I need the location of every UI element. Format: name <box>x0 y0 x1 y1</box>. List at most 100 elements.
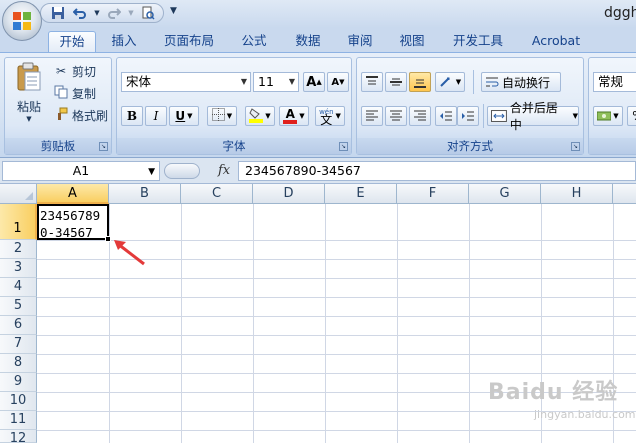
formula-input[interactable]: 234567890-34567 <box>238 161 636 181</box>
percent-style-button[interactable]: % <box>627 106 636 126</box>
customize-qat-icon[interactable]: ▼ <box>170 6 177 16</box>
row-header-12[interactable]: 12 <box>0 430 37 443</box>
row-header-2[interactable]: 2 <box>0 240 37 259</box>
insert-function-icon[interactable]: fx <box>218 163 230 178</box>
row-header-6[interactable]: 6 <box>0 316 37 335</box>
name-box[interactable]: A1 ▼ <box>2 161 160 181</box>
grow-font-button[interactable]: A ▲ <box>303 72 325 92</box>
ribbon-tabs: 开始 插入 页面布局 公式 数据 审阅 视图 开发工具 Acrobat <box>0 28 636 52</box>
redo-icon[interactable] <box>105 5 123 21</box>
borders-button[interactable]: ▼ <box>207 106 237 126</box>
middle-align-button[interactable] <box>385 72 407 92</box>
bottom-align-button[interactable] <box>409 72 431 92</box>
column-header-f[interactable]: F <box>397 184 469 204</box>
phonetic-guide-button[interactable]: wén 文 ▼ <box>315 106 345 126</box>
align-left-icon <box>366 110 378 121</box>
row-header-8[interactable]: 8 <box>0 354 37 373</box>
align-right-button[interactable] <box>409 106 431 126</box>
merge-center-button[interactable]: 合并后居中 ▼ <box>487 101 579 132</box>
print-preview-icon[interactable] <box>139 5 157 21</box>
fill-color-button[interactable]: ▼ <box>245 106 275 126</box>
column-header-e[interactable]: E <box>325 184 397 204</box>
column-header-i-partial[interactable] <box>613 184 636 204</box>
clipboard-launcher-icon[interactable]: ↘ <box>99 142 108 151</box>
column-header-g[interactable]: G <box>469 184 541 204</box>
number-group: 常规 ▼ % <box>588 57 636 155</box>
name-box-dropdown-icon[interactable]: ▼ <box>148 163 155 181</box>
increase-indent-icon <box>462 111 474 121</box>
font-size-dropdown-icon: ▼ <box>288 77 295 86</box>
orientation-button[interactable]: ▼ <box>435 72 465 92</box>
row-header-4[interactable]: 4 <box>0 278 37 297</box>
underline-icon: U <box>175 109 186 123</box>
accounting-icon <box>597 111 612 121</box>
format-painter-icon <box>53 107 69 123</box>
column-header-b[interactable]: B <box>109 184 181 204</box>
tab-page-layout[interactable]: 页面布局 <box>158 31 220 52</box>
cut-button[interactable]: ✂ 剪切 <box>53 62 96 80</box>
alignment-launcher-icon[interactable]: ↘ <box>571 142 580 151</box>
tab-acrobat[interactable]: Acrobat <box>524 31 588 52</box>
cell-a1[interactable]: 23456789 0-34567 <box>37 204 109 240</box>
office-button[interactable] <box>2 1 42 41</box>
align-left-button[interactable] <box>361 106 383 126</box>
font-launcher-icon[interactable]: ↘ <box>339 142 348 151</box>
redo-dropdown-icon[interactable]: ▼ <box>127 5 135 21</box>
column-header-d[interactable]: D <box>253 184 325 204</box>
font-color-button[interactable]: A ▼ <box>279 106 309 126</box>
font-name-select[interactable]: 宋体 ▼ <box>121 72 251 92</box>
tab-formulas[interactable]: 公式 <box>234 31 274 52</box>
tab-review[interactable]: 审阅 <box>340 31 380 52</box>
underline-button[interactable]: U ▼ <box>169 106 199 126</box>
wrap-text-button[interactable]: 自动换行 <box>481 72 561 92</box>
row-header-1[interactable]: 1 <box>0 204 37 240</box>
column-header-h[interactable]: H <box>541 184 613 204</box>
formula-bar-expand-handle[interactable] <box>164 163 200 179</box>
format-painter-button[interactable]: 格式刷 <box>53 106 108 124</box>
decrease-indent-icon <box>440 111 452 121</box>
row-header-7[interactable]: 7 <box>0 335 37 354</box>
quick-access-toolbar: ▼ ▼ <box>40 3 164 23</box>
row-header-3[interactable]: 3 <box>0 259 37 278</box>
fill-bucket-icon <box>249 107 264 126</box>
paste-button[interactable]: 粘贴 ▼ <box>9 62 49 123</box>
increase-indent-button[interactable] <box>457 106 479 126</box>
tab-insert[interactable]: 插入 <box>104 31 144 52</box>
tab-home[interactable]: 开始 <box>48 31 96 52</box>
accounting-format-button[interactable]: ▼ <box>593 106 623 126</box>
office-logo-icon <box>13 12 31 30</box>
bottom-align-icon <box>414 79 426 88</box>
column-header-a[interactable]: A <box>37 184 109 204</box>
alignment-group: ▼ 自动换行 合并后居中 ▼ 对齐方式 ↘ <box>356 57 584 155</box>
save-icon[interactable] <box>49 5 67 21</box>
font-size-select[interactable]: 11 ▼ <box>253 72 299 92</box>
row-header-9[interactable]: 9 <box>0 373 37 392</box>
bold-button[interactable]: B <box>121 106 143 126</box>
font-color-icon: A <box>285 106 295 121</box>
copy-button[interactable]: 复制 <box>53 84 96 102</box>
row-header-10[interactable]: 10 <box>0 392 37 411</box>
number-format-select[interactable]: 常规 <box>593 72 636 92</box>
align-center-icon <box>390 110 402 121</box>
middle-align-icon <box>390 78 402 86</box>
tab-developer[interactable]: 开发工具 <box>446 31 510 52</box>
top-align-icon <box>366 76 378 85</box>
italic-button[interactable]: I <box>145 106 167 126</box>
decrease-indent-button[interactable] <box>435 106 457 126</box>
tab-view[interactable]: 视图 <box>392 31 432 52</box>
tab-data[interactable]: 数据 <box>288 31 328 52</box>
select-all-corner[interactable] <box>0 184 37 204</box>
align-center-button[interactable] <box>385 106 407 126</box>
column-header-c[interactable]: C <box>181 184 253 204</box>
shrink-font-button[interactable]: A ▼ <box>327 72 349 92</box>
row-header-5[interactable]: 5 <box>0 297 37 316</box>
align-right-icon <box>414 110 426 121</box>
row-header-11[interactable]: 11 <box>0 411 37 430</box>
cell-a1-line-1: 23456789 <box>40 208 101 223</box>
undo-dropdown-icon[interactable]: ▼ <box>93 5 101 21</box>
annotation-arrow-icon <box>114 240 145 266</box>
top-align-button[interactable] <box>361 72 383 92</box>
undo-icon[interactable] <box>71 5 89 21</box>
worksheet-grid[interactable]: A B C D E F G H 1 2 3 4 5 6 7 8 9 10 11 … <box>0 184 636 443</box>
number-group-label <box>589 138 636 154</box>
